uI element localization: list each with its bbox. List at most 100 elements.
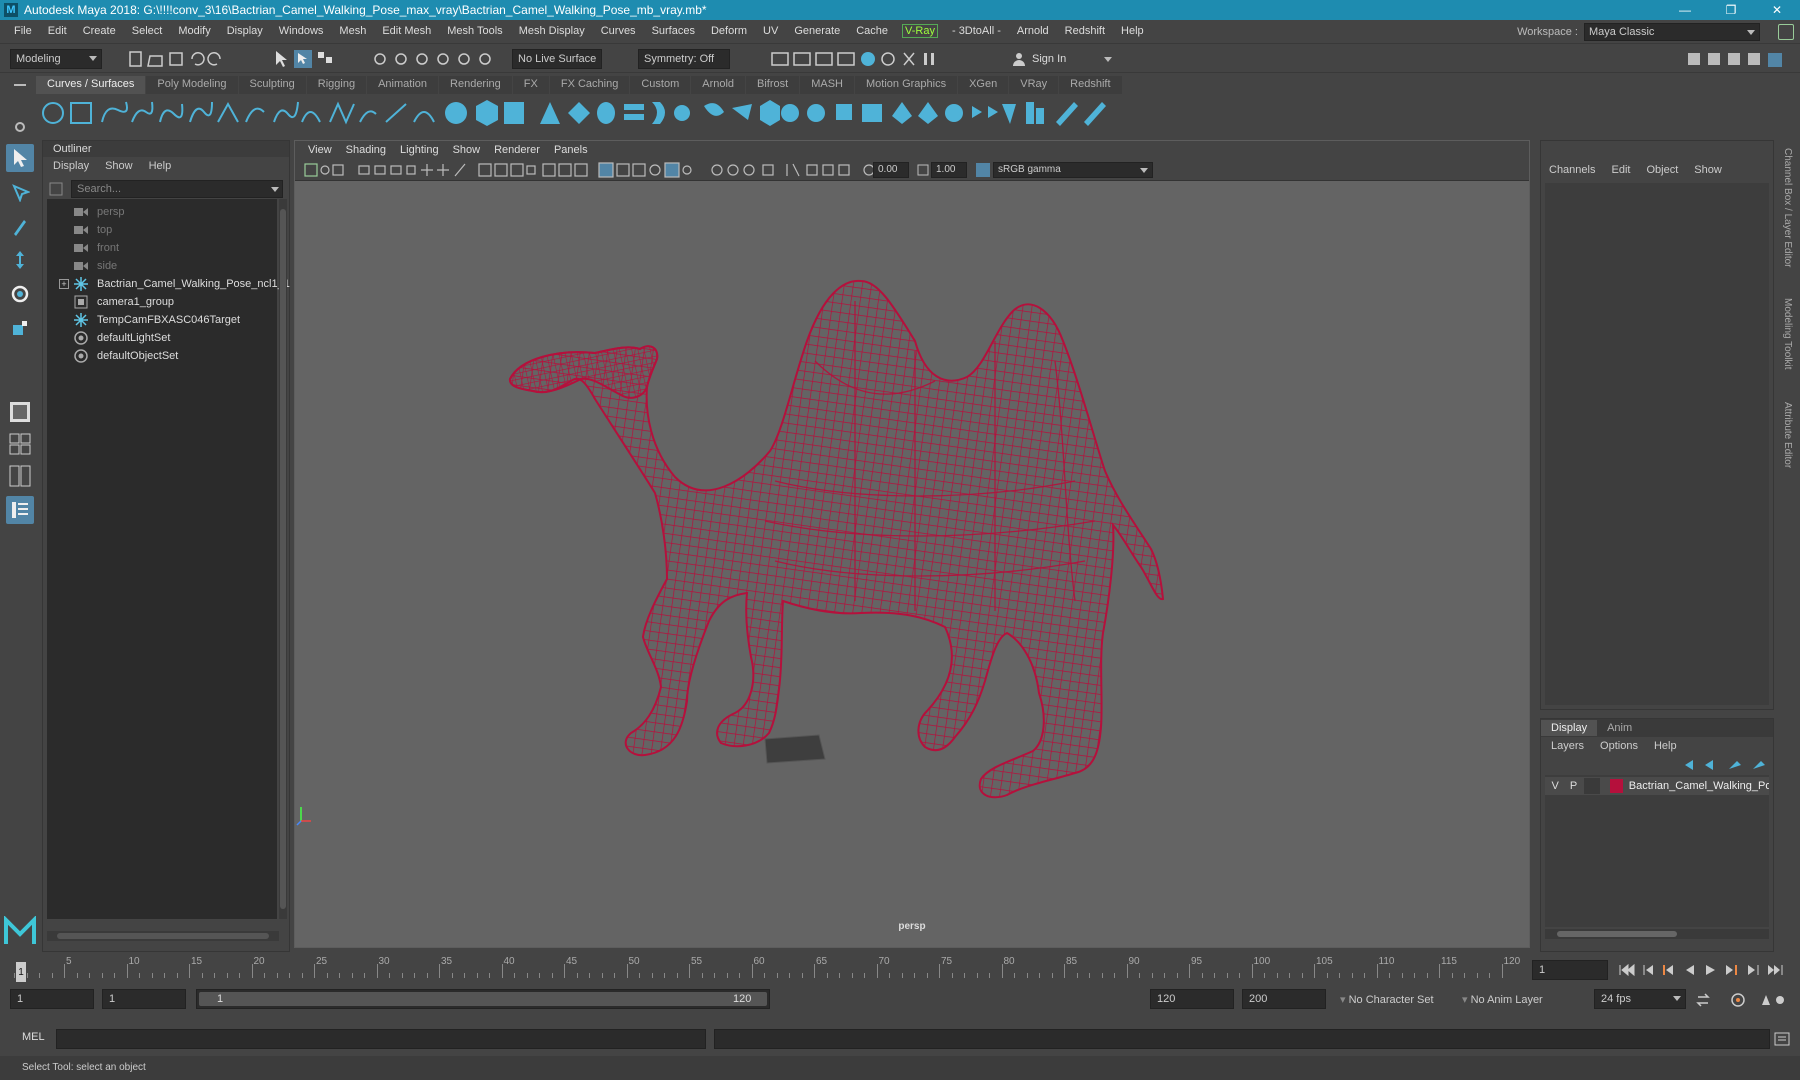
outliner-item-default-object-set[interactable]: defaultObjectSet [47,347,178,365]
outliner-vscrollbar[interactable] [279,199,287,919]
side-tab-modeling-toolkit[interactable]: Modeling Toolkit [1782,298,1793,370]
menu-set-dropdown[interactable]: Modeling [10,49,102,69]
menu-modify[interactable]: Modify [170,25,218,37]
menu-display[interactable]: Display [219,25,271,37]
time-slider[interactable]: 5 10 15 20 25 30 35 40 45 50 55 60 65 70 75 80 85 90 95 100… [0,952,1800,984]
channel-menu-edit[interactable]: Edit [1611,164,1630,176]
script-editor-icon[interactable] [1774,1032,1790,1046]
four-view-layout-button[interactable] [6,430,34,458]
layer-playback-toggle[interactable]: P [1565,778,1581,794]
menu-redshift[interactable]: Redshift [1057,25,1113,37]
shelf-tab-vray[interactable]: VRay [1009,76,1059,94]
menu-create[interactable]: Create [75,25,124,37]
outliner-menu-display[interactable]: Display [53,160,89,172]
snap-tools-icons[interactable] [372,49,502,69]
outliner-item-tempcam-target[interactable]: TempCamFBXASC046Target [47,311,240,329]
viewport-menu-renderer[interactable]: Renderer [487,144,547,156]
shelf-tab-poly-modeling[interactable]: Poly Modeling [146,76,238,94]
color-management-icon[interactable] [975,162,991,178]
playback-end-field[interactable]: 120 [1150,989,1234,1009]
side-tab-attribute-editor[interactable]: Attribute Editor [1782,402,1793,468]
current-frame-field[interactable]: 1 [1532,960,1608,980]
layer-menu-options[interactable]: Options [1600,740,1638,752]
playback-controls[interactable] [1618,962,1794,978]
channel-box-body[interactable] [1545,183,1769,705]
shelf-tab-rigging[interactable]: Rigging [306,76,367,94]
live-surface-field[interactable]: No Live Surface [512,49,602,69]
range-slider[interactable]: 1 120 [196,989,770,1009]
outliner-hscrollbar[interactable] [47,931,279,941]
mel-command-input[interactable] [56,1029,706,1049]
viewport-menu-panels[interactable]: Panels [547,144,595,156]
menu-uv[interactable]: UV [755,25,786,37]
layer-tab-display[interactable]: Display [1541,720,1598,736]
outliner-search-input[interactable]: Search... [71,180,283,198]
menu-file[interactable]: File [6,25,40,37]
layer-action-icons[interactable] [1681,757,1771,773]
last-tool-button[interactable] [6,398,34,426]
panel-toggle-icons[interactable] [1684,49,1794,69]
expand-icon[interactable]: + [59,279,69,289]
filter-icon[interactable] [49,182,63,196]
menu-help[interactable]: Help [1113,25,1152,37]
outliner-item-default-light-set[interactable]: defaultLightSet [47,329,170,347]
layer-menu-layers[interactable]: Layers [1551,740,1584,752]
menu-windows[interactable]: Windows [271,25,332,37]
rotate-tool-button[interactable] [6,280,34,308]
menu-3dtoall[interactable]: - 3DtoAll - [944,25,1009,37]
shelf-tab-motion-graphics[interactable]: Motion Graphics [855,76,958,94]
menu-deform[interactable]: Deform [703,25,755,37]
mel-label[interactable]: MEL [22,1031,45,1043]
shelf-tab-fx[interactable]: FX [512,76,549,94]
shelf-tab-custom[interactable]: Custom [630,76,691,94]
maximize-button[interactable]: ❐ [1708,0,1754,20]
outliner-item-camel[interactable]: + Bactrian_Camel_Walking_Pose_ncl1_1 [47,275,290,293]
menu-arnold[interactable]: Arnold [1009,25,1057,37]
viewport-menu-show[interactable]: Show [446,144,488,156]
shelf-tab-sculpting[interactable]: Sculpting [238,76,306,94]
menu-cache[interactable]: Cache [848,25,896,37]
layer-display-type-toggle[interactable] [1583,778,1601,794]
menu-mesh-tools[interactable]: Mesh Tools [439,25,510,37]
outliner-item-camera-group[interactable]: camera1_group [47,293,174,311]
menu-mesh-display[interactable]: Mesh Display [511,25,593,37]
exposure-field[interactable]: 0.00 [873,162,909,178]
shelf-tab-animation[interactable]: Animation [367,76,439,94]
sign-in-button[interactable]: Sign In [1012,49,1116,69]
layer-hscrollbar[interactable] [1545,929,1769,939]
layer-row[interactable]: V P Bactrian_Camel_Walking_Pose [1545,777,1769,795]
scene-start-field[interactable]: 1 [10,989,94,1009]
lasso-tool-button[interactable] [6,178,34,206]
menu-select[interactable]: Select [124,25,171,37]
fps-dropdown[interactable]: 24 fps [1594,989,1686,1009]
outliner-layout-button[interactable] [6,496,34,524]
colorspace-dropdown[interactable]: sRGB gamma [993,162,1153,178]
file-tools-icons[interactable] [128,50,238,68]
close-button[interactable]: ✕ [1754,0,1800,20]
menu-surfaces[interactable]: Surfaces [644,25,703,37]
channel-menu-object[interactable]: Object [1646,164,1678,176]
viewport-menu-lighting[interactable]: Lighting [393,144,446,156]
viewport-canvas[interactable]: persp [295,181,1529,947]
playback-options-icons[interactable] [1694,991,1794,1009]
lock-icon[interactable] [1778,24,1794,40]
shelf-tool-icons[interactable] [36,94,1776,136]
viewport-menu-view[interactable]: View [301,144,339,156]
shelf-tab-xgen[interactable]: XGen [958,76,1009,94]
paint-select-tool-button[interactable] [6,212,34,240]
outliner-menu-show[interactable]: Show [105,160,133,172]
playback-start-field[interactable]: 1 [102,989,186,1009]
layer-color-swatch[interactable] [1610,779,1623,793]
gamma-icon[interactable] [917,164,929,176]
shelf-tab-redshift[interactable]: Redshift [1059,76,1122,94]
viewport-tool-icons[interactable] [303,162,953,178]
layer-menu-help[interactable]: Help [1654,740,1677,752]
shelf-options[interactable] [6,78,34,132]
scene-end-field[interactable]: 200 [1242,989,1326,1009]
timeline-ticks[interactable]: 5 10 15 20 25 30 35 40 45 50 55 60 65 70 75 80 85 90 95 100… [14,956,1520,982]
viewport-menu-shading[interactable]: Shading [339,144,393,156]
shelf-tab-curves-surfaces[interactable]: Curves / Surfaces [36,76,146,94]
menu-edit-mesh[interactable]: Edit Mesh [374,25,439,37]
camel-wireframe-model[interactable] [295,181,1529,947]
gamma-field[interactable]: 1.00 [931,162,967,178]
